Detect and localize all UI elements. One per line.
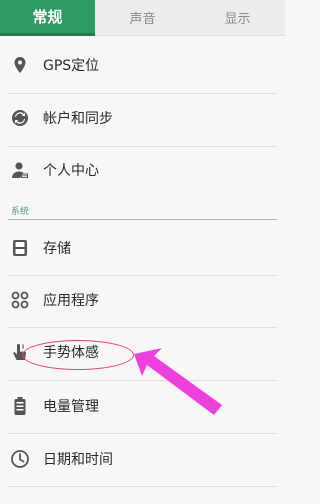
annotation-highlight-ellipse bbox=[22, 340, 134, 370]
list-item-label: 帐户和同步 bbox=[43, 111, 113, 127]
settings-tab-bar: 常规 声音 显示 bbox=[0, 0, 285, 36]
list-item-label: 应用程序 bbox=[43, 293, 99, 309]
list-item-personal-center[interactable]: 个人中心 bbox=[0, 144, 285, 196]
tab-display[interactable]: 显示 bbox=[190, 0, 285, 36]
list-item-applications[interactable]: 应用程序 bbox=[0, 274, 285, 326]
clock-icon bbox=[10, 449, 30, 469]
person-icon bbox=[10, 160, 30, 180]
list-item-label: 电量管理 bbox=[43, 399, 99, 415]
list-item-accounts-sync[interactable]: 帐户和同步 bbox=[0, 92, 285, 144]
list-item-label: 日期和时间 bbox=[43, 452, 113, 468]
list-item-label: 存储 bbox=[43, 241, 71, 257]
storage-icon bbox=[10, 238, 30, 258]
tab-general[interactable]: 常规 bbox=[0, 0, 95, 36]
list-item-label: 个人中心 bbox=[43, 163, 99, 179]
list-item-gps[interactable]: GPS定位 bbox=[0, 39, 285, 91]
section-divider bbox=[8, 219, 277, 220]
divider bbox=[8, 486, 277, 487]
apps-icon bbox=[10, 290, 30, 310]
list-item-date-time[interactable]: 日期和时间 bbox=[0, 433, 285, 485]
list-item-label: GPS定位 bbox=[43, 58, 100, 74]
battery-icon bbox=[10, 396, 30, 416]
list-item-storage[interactable]: 存储 bbox=[0, 222, 285, 274]
tab-sound[interactable]: 声音 bbox=[95, 0, 190, 36]
annotation-arrow-icon bbox=[134, 348, 222, 415]
sync-icon bbox=[10, 108, 30, 128]
location-pin-icon bbox=[10, 55, 30, 75]
section-header-system: 系统 bbox=[11, 207, 30, 217]
